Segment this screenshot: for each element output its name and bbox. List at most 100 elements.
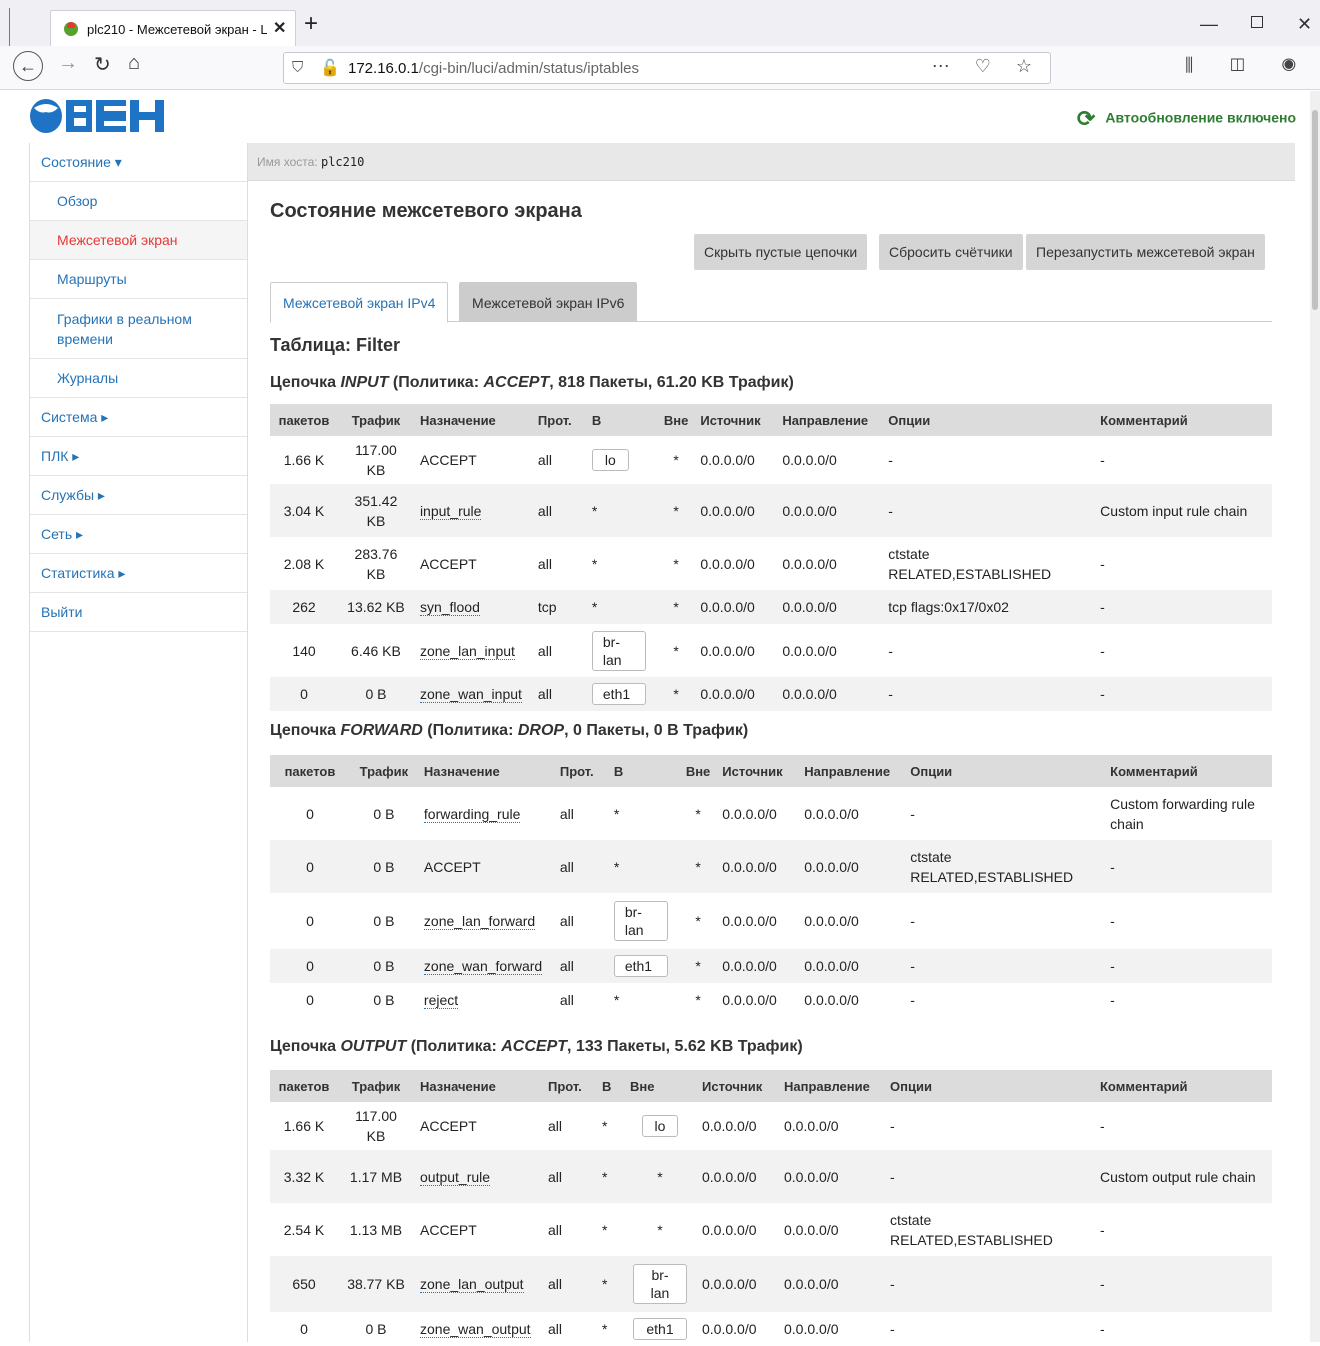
cell-src: 0.0.0.0/0 <box>722 913 777 929</box>
cell-pkts: 140 <box>292 642 316 659</box>
tab-ipv4[interactable]: Межсетевой экран IPv4 <box>270 282 449 323</box>
target-chain-link[interactable]: input_rule <box>419 502 482 520</box>
target-chain-link[interactable]: zone_lan_forward <box>423 913 536 930</box>
hide-empty-chains-button[interactable]: Скрыть пустые цепочки <box>694 234 868 270</box>
cell-comment: - <box>1100 555 1105 572</box>
cell-target: ACCEPT <box>420 1221 477 1238</box>
cell-in: * <box>585 590 658 624</box>
cell-out: * <box>679 840 717 893</box>
sidebar-item-statistics[interactable]: Статистика ▸ <box>30 554 247 593</box>
target-chain-link[interactable]: forwarding_rule <box>423 805 521 823</box>
browser-tab[interactable]: plc210 - Межсетевой экран - L ✕ <box>50 10 296 46</box>
scrollbar-thumb[interactable] <box>1312 110 1318 310</box>
target-chain-link[interactable]: syn_flood <box>419 599 480 616</box>
reload-icon[interactable]: ↻ <box>94 52 111 77</box>
maximize-icon[interactable] <box>1251 16 1263 28</box>
home-icon[interactable]: ⌂ <box>128 52 140 75</box>
column-header: пакетов <box>270 755 350 787</box>
column-header: Комментарий <box>1094 1070 1272 1102</box>
target-chain-link[interactable]: output_rule <box>420 1168 491 1186</box>
cell-src: 0.0.0.0/0 <box>702 1118 757 1134</box>
cell-out: * <box>624 1150 696 1203</box>
tab-ipv6[interactable]: Межсетевой экран IPv6 <box>459 282 638 322</box>
table-row: 1.66 K 117.00 KB ACCEPT all * lo 0.0.0.0/0 0.0.… <box>270 1102 1272 1150</box>
cell-dst: 0.0.0.0/0 <box>776 677 883 711</box>
target-chain-link[interactable]: zone_lan_input <box>419 642 515 660</box>
cell-comment: - <box>1094 677 1272 711</box>
cell-dst: 0.0.0.0/0 <box>798 949 905 983</box>
url-text[interactable]: 172.16.0.1/cgi-bin/luci/admin/status/ipt… <box>348 60 639 77</box>
cell-in: * <box>585 484 658 537</box>
chain-title-part: (Политика: <box>406 1038 502 1055</box>
tracking-shield-icon[interactable]: ⛉ <box>292 59 303 76</box>
sidebar-item-routes[interactable]: Маршруты <box>30 260 247 299</box>
restart-firewall-button[interactable]: Перезапустить межсетевой экран <box>1026 234 1265 270</box>
cell-dst: 0.0.0.0/0 <box>798 840 905 893</box>
cell-prot: all <box>531 677 586 711</box>
cell-in: * <box>607 840 680 893</box>
target-chain-link[interactable]: zone_wan_forward <box>423 958 543 975</box>
insecure-lock-icon[interactable]: 🔓 <box>320 58 340 78</box>
url-bar[interactable]: ⛉ 🔓 172.16.0.1/cgi-bin/luci/admin/status… <box>283 52 1051 84</box>
table-header-row: пакетов Трафик Назначение Прот. В Вне Источник… <box>270 755 1272 787</box>
reset-counters-button[interactable]: Сбросить счётчики <box>879 234 1023 270</box>
autorefresh-toggle[interactable]: ⟳ Автообновление включено <box>1077 106 1296 132</box>
target-chain-link[interactable]: reject <box>423 992 459 1009</box>
cell-out: * <box>695 992 701 1008</box>
chain-title-part: (Политика: <box>388 374 484 391</box>
back-icon[interactable]: ← <box>13 51 43 81</box>
sidebar-item-realtime-graphs[interactable]: Графики в реальном времени <box>30 299 247 359</box>
cell-prot: all <box>553 840 608 893</box>
cell-traffic: 1.17 MB <box>338 1150 414 1203</box>
sidebar-item-services[interactable]: Службы ▸ <box>30 476 247 515</box>
cell-prot: all <box>531 484 586 537</box>
window-close-icon[interactable]: ✕ <box>1297 14 1312 35</box>
cell-out: * <box>657 677 695 711</box>
cell-out: * <box>657 590 695 624</box>
cell-out: * <box>695 805 701 822</box>
minimize-icon[interactable]: — <box>1200 14 1218 35</box>
cell-opts: ctstate RELATED,ESTABLISHED <box>888 545 1052 582</box>
library-sidebar-account-menu-icons[interactable]: ⫼ ◫ ◉ ≡ <box>1185 55 1320 76</box>
page-actions-icons[interactable]: ⋯ ♡ ☆ <box>932 56 1042 77</box>
sidebar-item-logs[interactable]: Журналы <box>30 359 247 398</box>
cell-src: 0.0.0.0/0 <box>702 1221 757 1238</box>
cell-out: * <box>657 1221 663 1238</box>
page-title: Состояние межсетевого экрана <box>270 200 582 222</box>
sidebar-item-overview[interactable]: Обзор <box>30 182 247 221</box>
chain-title-part: INPUT <box>340 374 389 391</box>
forward-icon[interactable]: → <box>58 52 78 75</box>
cell-pkts: 262 <box>270 590 338 624</box>
cell-dst: 0.0.0.0/0 <box>784 1118 839 1134</box>
cell-dst: 0.0.0.0/0 <box>782 452 837 468</box>
column-header: Опции <box>884 1070 1094 1102</box>
cell-out: * <box>679 949 717 983</box>
cell-traffic: 117.00 KB <box>355 1108 397 1144</box>
new-tab-icon[interactable]: + <box>304 10 318 38</box>
cell-comment: - <box>1100 642 1105 659</box>
sidebar-item-status[interactable]: Состояние ▾ <box>30 143 247 182</box>
favicon-icon <box>64 22 78 36</box>
chain-title-part: , 0 Пакеты, 0 B Трафик) <box>564 722 749 739</box>
table-row: 2.08 K 283.76 KB ACCEPT all * * 0.0.0.0/0 0.0.0… <box>270 537 1272 590</box>
cell-comment: - <box>1100 1118 1105 1134</box>
cell-prot: all <box>537 555 552 572</box>
hostname-label: Имя хоста: plc210 <box>257 155 365 169</box>
sidebar-item-network[interactable]: Сеть ▸ <box>30 515 247 554</box>
sidebar-item-logout[interactable]: Выйти <box>30 593 247 632</box>
cell-dst: 0.0.0.0/0 <box>804 913 859 929</box>
cell-traffic: 283.76 KB <box>354 545 398 582</box>
cell-opts: - <box>882 677 1095 711</box>
target-chain-link[interactable]: zone_wan_output <box>420 1321 531 1338</box>
sidebar-item-system[interactable]: Система ▸ <box>30 398 247 437</box>
page-header: ⟳ Автообновление включено <box>0 91 1310 143</box>
sidebar-item-plc[interactable]: ПЛК ▸ <box>30 437 247 476</box>
cell-src: 0.0.0.0/0 <box>694 484 777 537</box>
column-header: Вне <box>657 404 695 436</box>
close-tab-icon[interactable]: ✕ <box>273 18 286 38</box>
cell-target: input_rule <box>413 484 532 537</box>
sidebar-item-firewall[interactable]: Межсетевой экран <box>30 221 247 260</box>
target-chain-link[interactable]: zone_lan_output <box>420 1276 524 1293</box>
chain-title-part: ACCEPT <box>483 374 550 391</box>
target-chain-link[interactable]: zone_wan_input <box>419 686 522 703</box>
